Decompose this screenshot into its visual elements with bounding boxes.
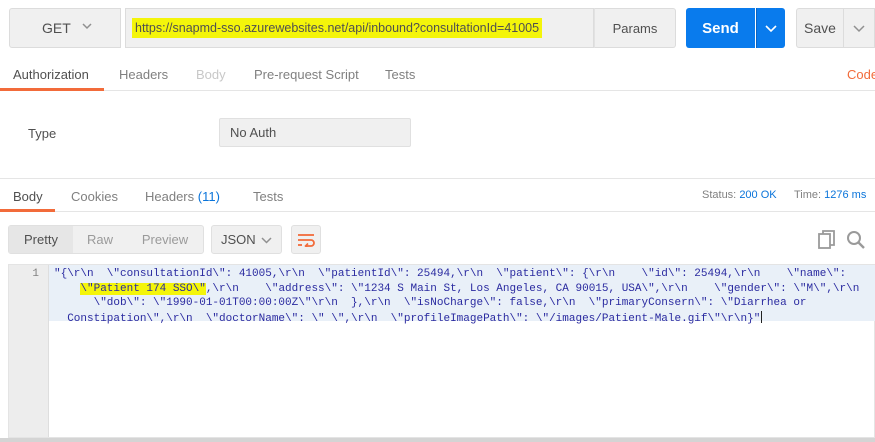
- tab-headers[interactable]: Headers: [119, 67, 168, 82]
- format-value: JSON: [221, 232, 256, 247]
- method-label: GET: [42, 20, 71, 36]
- url-text: https://snapmd-sso.azurewebsites.net/api…: [132, 18, 543, 38]
- code-line: "{\r\n \"consultationId\": 41005,\r\n \"…: [54, 268, 847, 280]
- tab-body[interactable]: Body: [196, 67, 226, 82]
- save-label: Save: [804, 20, 836, 36]
- method-select[interactable]: GET: [9, 8, 121, 48]
- tab-response-body[interactable]: Body: [13, 189, 43, 204]
- code-line: Constipation\",\r\n \"doctorName\": \" \…: [54, 310, 869, 327]
- wrap-lines-icon: [298, 233, 315, 247]
- chevron-down-icon: [82, 23, 92, 30]
- preview-button[interactable]: Preview: [127, 226, 203, 253]
- auth-type-value: No Auth: [230, 125, 277, 140]
- params-button[interactable]: Params: [594, 8, 676, 48]
- time-label: Time:: [794, 189, 822, 201]
- tab-prerequest-script[interactable]: Pre-request Script: [254, 67, 359, 82]
- headers-count: (11): [197, 189, 220, 204]
- code-link[interactable]: Code: [847, 67, 875, 82]
- line-gutter: 1: [9, 265, 49, 437]
- window-bottom-edge: [0, 438, 875, 442]
- time-readout: Time: 1276 ms: [794, 189, 866, 201]
- time-value: 1276 ms: [824, 189, 867, 201]
- code-line-text: Constipation\",\r\n \"doctorName\": \" \…: [54, 312, 761, 325]
- tab-response-headers-label: Headers: [145, 189, 195, 204]
- save-options-button[interactable]: [844, 8, 875, 48]
- pretty-button[interactable]: Pretty: [9, 226, 73, 253]
- wrap-lines-button[interactable]: [291, 225, 321, 254]
- copy-icon[interactable]: [818, 230, 836, 250]
- format-select[interactable]: JSON: [211, 225, 282, 254]
- code-line: \"Patient 174 SSO\",\r\n \"address\": \"…: [54, 282, 869, 297]
- active-response-tab-indicator: [0, 209, 55, 212]
- chevron-down-icon: [853, 25, 865, 33]
- tab-tests[interactable]: Tests: [385, 67, 415, 82]
- view-mode-group: Pretty Raw Preview: [8, 225, 204, 254]
- params-label: Params: [612, 20, 658, 36]
- send-label: Send: [702, 19, 739, 37]
- status-label: Status:: [702, 189, 737, 201]
- active-tab-indicator: [0, 88, 104, 91]
- response-body-text: "{\r\n \"consultationId\": 41005,\r\n \"…: [54, 267, 869, 326]
- chevron-down-icon: [765, 25, 777, 33]
- send-button[interactable]: Send: [686, 8, 755, 48]
- request-tabs: Authorization Headers Body Pre-request S…: [0, 60, 875, 91]
- send-options-button[interactable]: [756, 8, 785, 48]
- response-body-editor[interactable]: 1 "{\r\n \"consultationId\": 41005,\r\n …: [8, 264, 875, 438]
- url-input[interactable]: https://snapmd-sso.azurewebsites.net/api…: [125, 8, 594, 48]
- code-line-rest: ,\r\n \"address\": \"1234 S Main St, Los…: [205, 282, 860, 295]
- auth-type-select[interactable]: No Auth: [219, 118, 411, 147]
- tab-authorization[interactable]: Authorization: [13, 67, 89, 82]
- status-readout: Status: 200 OK: [702, 189, 777, 201]
- tab-test-results[interactable]: Tests: [253, 189, 283, 204]
- text-cursor: [761, 310, 763, 323]
- code-line: \"dob\": \"1990-01-01T00:00:00Z\"\r\n },…: [54, 297, 807, 309]
- line-number: 1: [32, 268, 39, 280]
- tab-cookies[interactable]: Cookies: [71, 189, 118, 204]
- tab-response-headers[interactable]: Headers (11): [145, 189, 220, 204]
- raw-button[interactable]: Raw: [73, 226, 127, 253]
- auth-type-label: Type: [28, 126, 57, 141]
- status-value: 200 OK: [739, 189, 777, 201]
- chevron-down-icon: [261, 237, 272, 244]
- highlighted-patient-name: \"Patient 174 SSO\": [80, 282, 206, 295]
- save-button[interactable]: Save: [796, 8, 844, 48]
- search-icon[interactable]: [846, 230, 866, 250]
